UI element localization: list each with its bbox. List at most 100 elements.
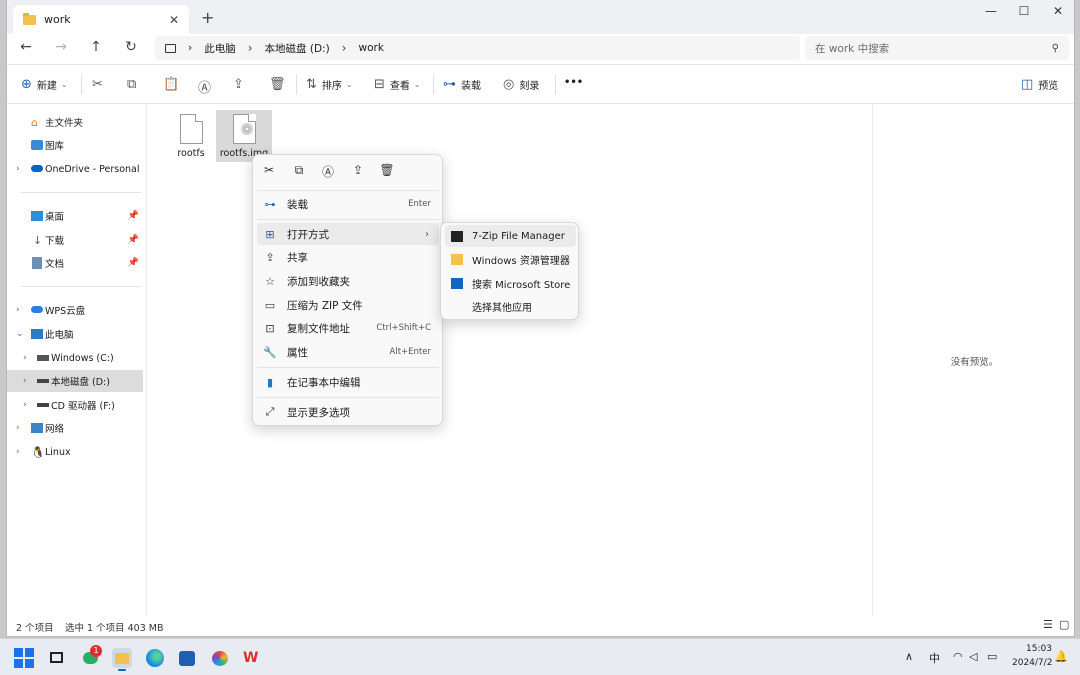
clock-time[interactable]: 15:03 — [1026, 644, 1052, 654]
menu-item-copy-path[interactable]: ⊡ 复制文件地址 Ctrl+Shift+C — [257, 317, 439, 339]
chevron-down-icon[interactable]: ⌄ — [16, 329, 24, 339]
start-button[interactable] — [14, 648, 34, 668]
sidebar-item-network[interactable]: › 网络 — [7, 417, 143, 439]
copy-icon[interactable]: ⧉ — [289, 163, 309, 178]
delete-icon[interactable]: 🗑 — [377, 163, 397, 177]
more-options-icon: ⤢ — [265, 405, 275, 418]
menu-divider — [257, 397, 439, 398]
sidebar-item-drive-c[interactable]: › Windows (C:) — [7, 347, 143, 369]
chevron-right-icon[interactable]: › — [16, 305, 20, 315]
menu-item-properties[interactable]: 🔧 属性 Alt+Enter — [257, 341, 439, 363]
cut-button[interactable]: ✂ — [92, 77, 108, 92]
menu-item-share[interactable]: ⇪ 共享 — [257, 246, 439, 268]
forward-arrow-icon[interactable]: → — [50, 39, 72, 55]
breadcrumb-work[interactable]: work — [358, 42, 383, 54]
sidebar-item-label: CD 驱动器 (F:) — [51, 401, 115, 412]
chevron-right-icon[interactable]: › — [23, 353, 27, 363]
sidebar-item-home[interactable]: ⌂ 主文件夹 — [7, 111, 143, 133]
taskbar-app-paint[interactable] — [210, 648, 230, 668]
menu-item-notepad[interactable]: ▮ 在记事本中编辑 — [257, 371, 439, 393]
pin-icon[interactable]: 📌 — [128, 211, 139, 221]
sidebar-item-wps[interactable]: › WPS云盘 — [7, 299, 143, 321]
home-icon: ⌂ — [31, 115, 38, 129]
paste-button[interactable]: 📋 — [163, 77, 184, 92]
copy-icon: ⧉ — [127, 77, 137, 92]
taskbar-app-wps[interactable]: W — [242, 648, 262, 668]
menu-item-mount[interactable]: ⊶ 装载 Enter — [257, 193, 439, 215]
sidebar-item-desktop[interactable]: 桌面 📌 — [7, 205, 143, 227]
battery-icon[interactable]: ▭ — [987, 650, 997, 663]
close-tab-icon[interactable]: ✕ — [169, 13, 179, 27]
copy-button[interactable]: ⧉ — [127, 77, 141, 92]
chevron-right-icon[interactable]: › — [23, 400, 27, 410]
taskbar-app-wechat[interactable]: 1 — [81, 645, 102, 668]
delete-button[interactable]: 🗑 — [269, 77, 291, 92]
pin-icon[interactable]: 📌 — [128, 235, 139, 245]
submenu-item-7zip[interactable]: 7-Zip File Manager — [445, 225, 576, 247]
share-icon[interactable]: ⇪ — [348, 163, 368, 177]
more-button[interactable]: ••• — [564, 77, 583, 88]
sort-button[interactable]: ⇅ 排序 ⌄ — [306, 77, 353, 92]
minimize-button[interactable]: — — [974, 4, 1008, 18]
sidebar-item-gallery[interactable]: 图库 — [7, 134, 143, 156]
submenu-item-explorer[interactable]: Windows 资源管理器 — [445, 248, 576, 270]
breadcrumb-drive-d[interactable]: 本地磁盘 (D:) — [265, 41, 330, 56]
tab-label: work — [44, 13, 71, 26]
share-button[interactable]: ⇪ — [233, 77, 249, 92]
menu-item-open-with[interactable]: ⊞ 打开方式 › — [257, 223, 439, 245]
taskbar-app-store[interactable] — [177, 648, 197, 668]
chevron-right-icon[interactable]: › — [16, 423, 20, 433]
new-tab-button[interactable]: + — [201, 8, 214, 27]
submenu-item-other-app[interactable]: 选择其他应用 — [445, 295, 576, 317]
refresh-icon[interactable]: ↻ — [120, 39, 142, 55]
taskbar: 1 W ∧ 中 ◠ ◁ ▭ 15:03 2024/7/2 🔔 — [0, 638, 1080, 675]
sidebar-item-drive-f[interactable]: › CD 驱动器 (F:) — [7, 394, 143, 416]
file-item-rootfs[interactable]: rootfs — [163, 110, 219, 162]
chevron-right-icon[interactable]: › — [23, 376, 27, 386]
search-input[interactable]: 在 work 中搜索 ⚲ — [805, 36, 1069, 60]
clock-date[interactable]: 2024/7/2 — [1012, 658, 1052, 668]
sidebar-item-onedrive[interactable]: › OneDrive - Personal — [7, 158, 143, 180]
maximize-button[interactable]: ☐ — [1007, 4, 1041, 18]
menu-item-label: 复制文件地址 — [287, 322, 350, 335]
pin-icon[interactable]: 📌 — [128, 258, 139, 268]
mount-button[interactable]: ⊶ 装载 — [443, 77, 481, 92]
preview-pane-button[interactable]: ◫ 预览 — [1021, 77, 1058, 92]
chevron-up-icon[interactable]: ∧ — [905, 650, 913, 663]
up-arrow-icon[interactable]: ↑ — [85, 39, 107, 55]
menu-item-more-options[interactable]: ⤢ 显示更多选项 — [257, 401, 439, 423]
ime-indicator[interactable]: 中 — [929, 650, 940, 666]
breadcrumb-this-pc[interactable]: 此电脑 — [204, 41, 236, 56]
sidebar-item-label: 桌面 — [45, 212, 65, 223]
notification-badge: 1 — [90, 645, 102, 657]
close-window-button[interactable]: ✕ — [1041, 4, 1074, 18]
menu-item-compress-zip[interactable]: ▭ 压缩为 ZIP 文件 — [257, 294, 439, 316]
tiles-view-icon[interactable]: ▢ — [1059, 618, 1069, 631]
rename-icon[interactable]: Ⓐ — [318, 163, 338, 180]
details-view-icon[interactable]: ☰ — [1043, 618, 1053, 631]
sidebar-item-this-pc[interactable]: ⌄ 此电脑 — [7, 323, 143, 345]
sidebar-item-downloads[interactable]: ↓ 下载 📌 — [7, 229, 143, 251]
wifi-icon[interactable]: ◠ — [953, 650, 963, 663]
cut-icon[interactable]: ✂ — [259, 163, 279, 177]
rename-button[interactable]: Ⓐ — [198, 77, 216, 96]
sidebar-item-drive-d[interactable]: › 本地磁盘 (D:) — [7, 370, 143, 392]
speaker-icon[interactable]: ◁ — [969, 650, 977, 663]
submenu-item-store[interactable]: 搜索 Microsoft Store — [445, 272, 576, 294]
view-button[interactable]: ⊟ 查看 ⌄ — [374, 77, 421, 92]
taskbar-app-explorer[interactable] — [112, 648, 132, 671]
task-view-button[interactable] — [47, 648, 67, 668]
sidebar-item-linux[interactable]: › 🐧 Linux — [7, 441, 143, 463]
address-bar[interactable]: › 此电脑 › 本地磁盘 (D:) › work — [155, 36, 800, 60]
tab-work[interactable]: work ✕ — [13, 5, 189, 34]
chevron-right-icon[interactable]: › — [16, 447, 20, 457]
new-button[interactable]: ⊕ 新建 ⌄ — [21, 77, 68, 92]
sidebar-item-documents[interactable]: 文档 📌 — [7, 252, 143, 274]
windows-logo-icon — [14, 648, 23, 657]
burn-button[interactable]: ◎ 刻录 — [503, 77, 539, 92]
back-arrow-icon[interactable]: ← — [15, 39, 37, 55]
notification-bell-icon[interactable]: 🔔 — [1054, 650, 1068, 663]
chevron-right-icon[interactable]: › — [16, 164, 20, 174]
menu-item-add-favorites[interactable]: ☆ 添加到收藏夹 — [257, 270, 439, 292]
taskbar-app-edge[interactable] — [145, 648, 165, 668]
